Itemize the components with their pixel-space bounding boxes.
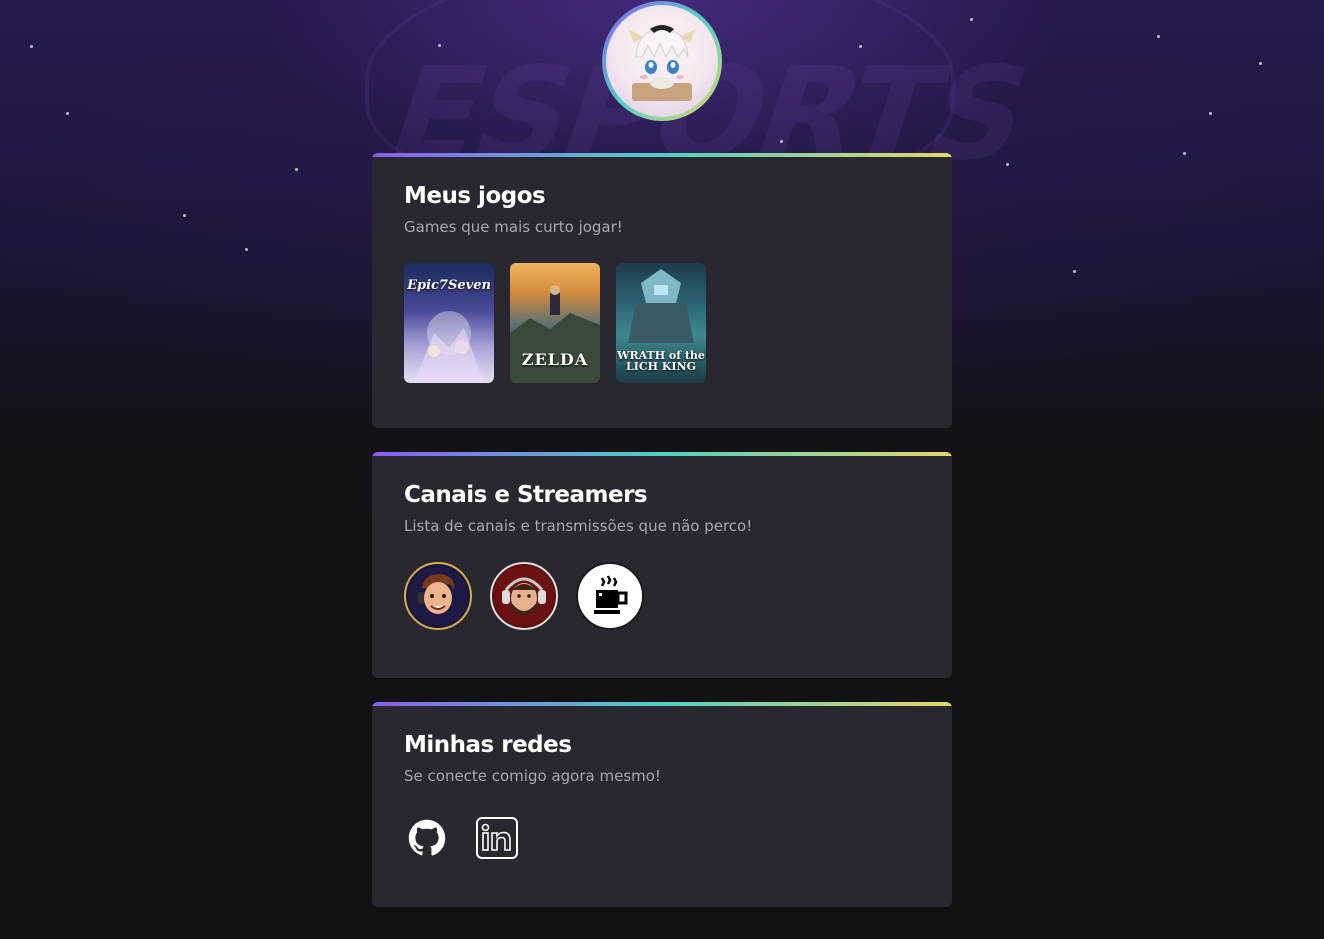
game-label-zelda: ZELDA [521,350,589,370]
anime-avatar-icon [628,25,696,101]
social-card: Minhas redes Se conecte comigo agora mes… [372,702,952,907]
game-card-zelda[interactable]: ZELDA [510,263,600,383]
linkedin-icon [476,817,518,859]
streamers-list [404,562,920,630]
games-title: Meus jogos [404,183,546,209]
streamer-avatar-2[interactable] [490,562,558,630]
github-icon [408,819,446,856]
game-label-wow: WRATH of the LICH KING [617,348,705,374]
streamer-avatar-bearded [494,566,554,626]
linkedin-link[interactable] [474,815,520,861]
streamer-avatar-3[interactable] [576,562,644,630]
streamers-card: Canais e Streamers Lista de canais e tra… [372,452,952,678]
streamers-title: Canais e Streamers [404,482,648,508]
game-card-epic-seven[interactable]: Epic7Seven [404,263,494,383]
social-links [404,815,920,861]
game-card-wow-wotlk[interactable]: WRATH of the LICH KING [616,263,706,383]
streamers-subtitle: Lista de canais e transmissões que não p… [404,517,753,535]
streamer-avatar-headset [408,566,468,626]
social-subtitle: Se conecte comigo agora mesmo! [404,767,661,785]
coffee-cup-icon [594,575,628,614]
github-link[interactable] [404,815,450,861]
games-subtitle: Games que mais curto jogar! [404,218,623,236]
social-title: Minhas redes [404,732,572,758]
profile-avatar [602,1,722,121]
games-list: Epic7Seven ZELDA WRATH of the LICH KING [404,263,920,383]
games-card: Meus jogos Games que mais curto jogar! E… [372,153,952,428]
streamer-avatar-1[interactable] [404,562,472,630]
game-label-epic-seven: Epic7Seven [407,278,491,293]
